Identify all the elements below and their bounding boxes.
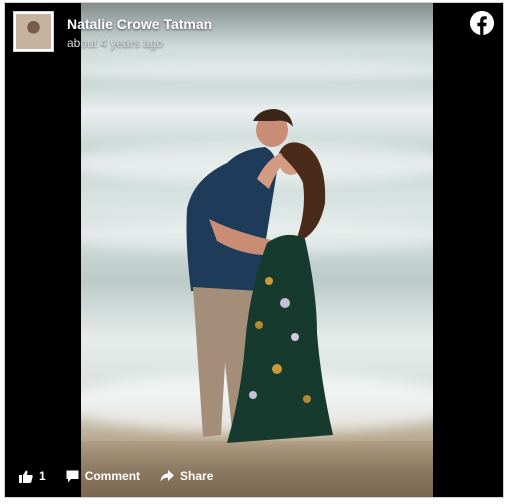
comment-label: Comment	[84, 469, 141, 483]
comment-button[interactable]: Comment	[66, 469, 140, 483]
share-button[interactable]: Share	[160, 469, 213, 483]
post-actions: 1 Comment Share	[19, 466, 233, 486]
couple-figure	[186, 109, 333, 443]
facebook-post-embed: Natalie Crowe Tatman about 4 years ago 1…	[4, 2, 504, 498]
post-photo[interactable]	[81, 3, 433, 497]
facebook-logo-glyph	[470, 11, 494, 35]
facebook-icon[interactable]	[470, 11, 494, 35]
share-label: Share	[180, 469, 214, 483]
share-icon	[160, 470, 175, 482]
like-count: 1	[39, 469, 46, 483]
thumbs-up-icon	[19, 470, 33, 483]
author-name[interactable]: Natalie Crowe Tatman	[67, 16, 212, 32]
like-button[interactable]: 1	[19, 469, 46, 483]
post-timestamp[interactable]: about 4 years ago	[67, 36, 163, 50]
avatar-image	[16, 14, 51, 49]
comment-icon	[66, 470, 79, 482]
avatar[interactable]	[13, 11, 54, 52]
